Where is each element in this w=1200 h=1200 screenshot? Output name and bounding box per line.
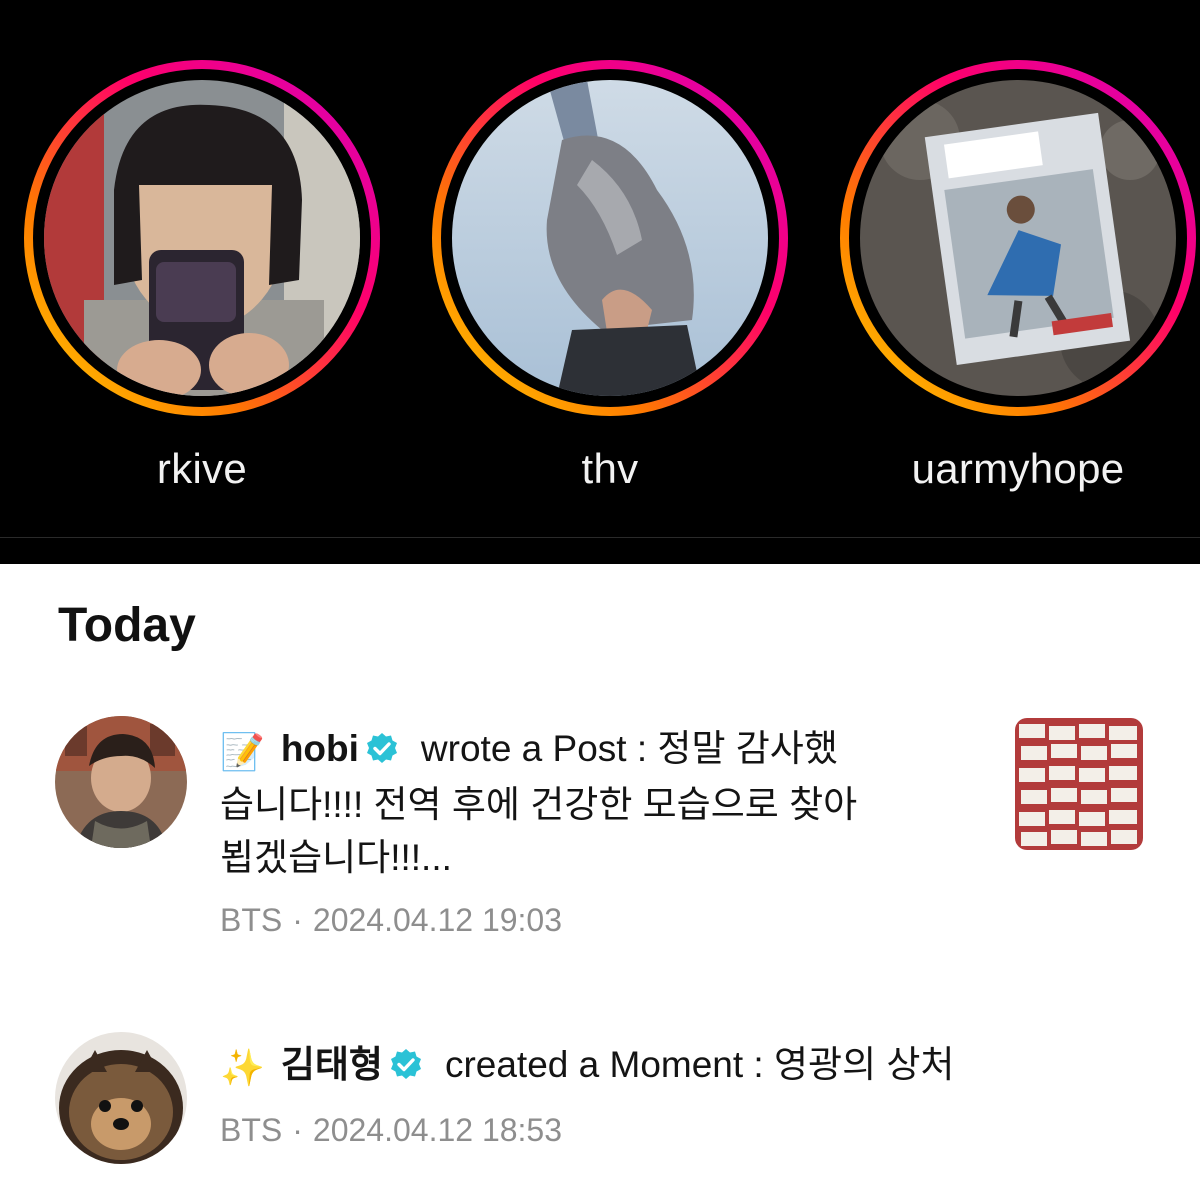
divider	[0, 537, 1200, 538]
sparkles-icon: ✨	[220, 1047, 265, 1088]
story-thumbnail	[860, 80, 1176, 396]
activity-text: 📝 hobi wrote a Post : 정말 감사했 습니다!!!! 전역 후에…	[220, 722, 940, 939]
activity-description: 습니다!!!! 전역 후에 건강한 모습으로 찾아	[220, 784, 858, 825]
story-username: rkive	[156, 445, 248, 492]
story-thumbnail	[452, 80, 768, 396]
avatar[interactable]	[55, 716, 187, 848]
activity-meta: BTS · 2024.04.12 18:53	[220, 1112, 940, 1149]
timestamp: 2024.04.12 19:03	[312, 902, 563, 938]
activity-item[interactable]: 📝 hobi wrote a Post : 정말 감사했 습니다!!!! 전역 후에…	[0, 716, 1200, 976]
story-thv[interactable]: thv	[432, 60, 792, 520]
activity-description: 뵙겠습니다!!!...	[220, 837, 452, 878]
story-username: uarmyhope	[911, 445, 1125, 492]
verified-badge-icon	[390, 1049, 421, 1079]
story-thumbnail	[44, 80, 360, 396]
group-name: BTS	[220, 1112, 283, 1148]
activity-description: created a Moment : 영광의 상처	[444, 1044, 955, 1085]
meta-separator: ·	[292, 902, 303, 938]
activity-item[interactable]: ✨ 김태형 created a Moment : 영광의 상처 BTS · 2024.0…	[0, 1032, 1200, 1192]
activity-text: ✨ 김태형 created a Moment : 영광의 상처 BTS · 2024.0…	[220, 1038, 954, 1149]
section-title-today: Today	[58, 599, 196, 652]
story-username: thv	[581, 445, 639, 492]
verified-badge-icon	[366, 733, 397, 763]
stories-tray: rkive thv uarmyhope	[0, 0, 1200, 564]
timestamp: 2024.04.12 18:53	[312, 1112, 563, 1148]
story-uarmyhope[interactable]: uarmyhope	[840, 60, 1200, 520]
story-rkive[interactable]: rkive	[24, 60, 384, 520]
post-thumbnail[interactable]	[1015, 718, 1143, 850]
meta-separator: ·	[292, 1112, 303, 1148]
author-name[interactable]: 김태형	[281, 1044, 383, 1085]
memo-icon: 📝	[220, 731, 265, 772]
group-name: BTS	[220, 902, 283, 938]
avatar[interactable]	[55, 1032, 187, 1164]
activity-description: wrote a Post : 정말 감사했	[420, 728, 838, 769]
activity-meta: BTS · 2024.04.12 19:03	[220, 902, 940, 939]
author-name[interactable]: hobi	[281, 728, 359, 769]
